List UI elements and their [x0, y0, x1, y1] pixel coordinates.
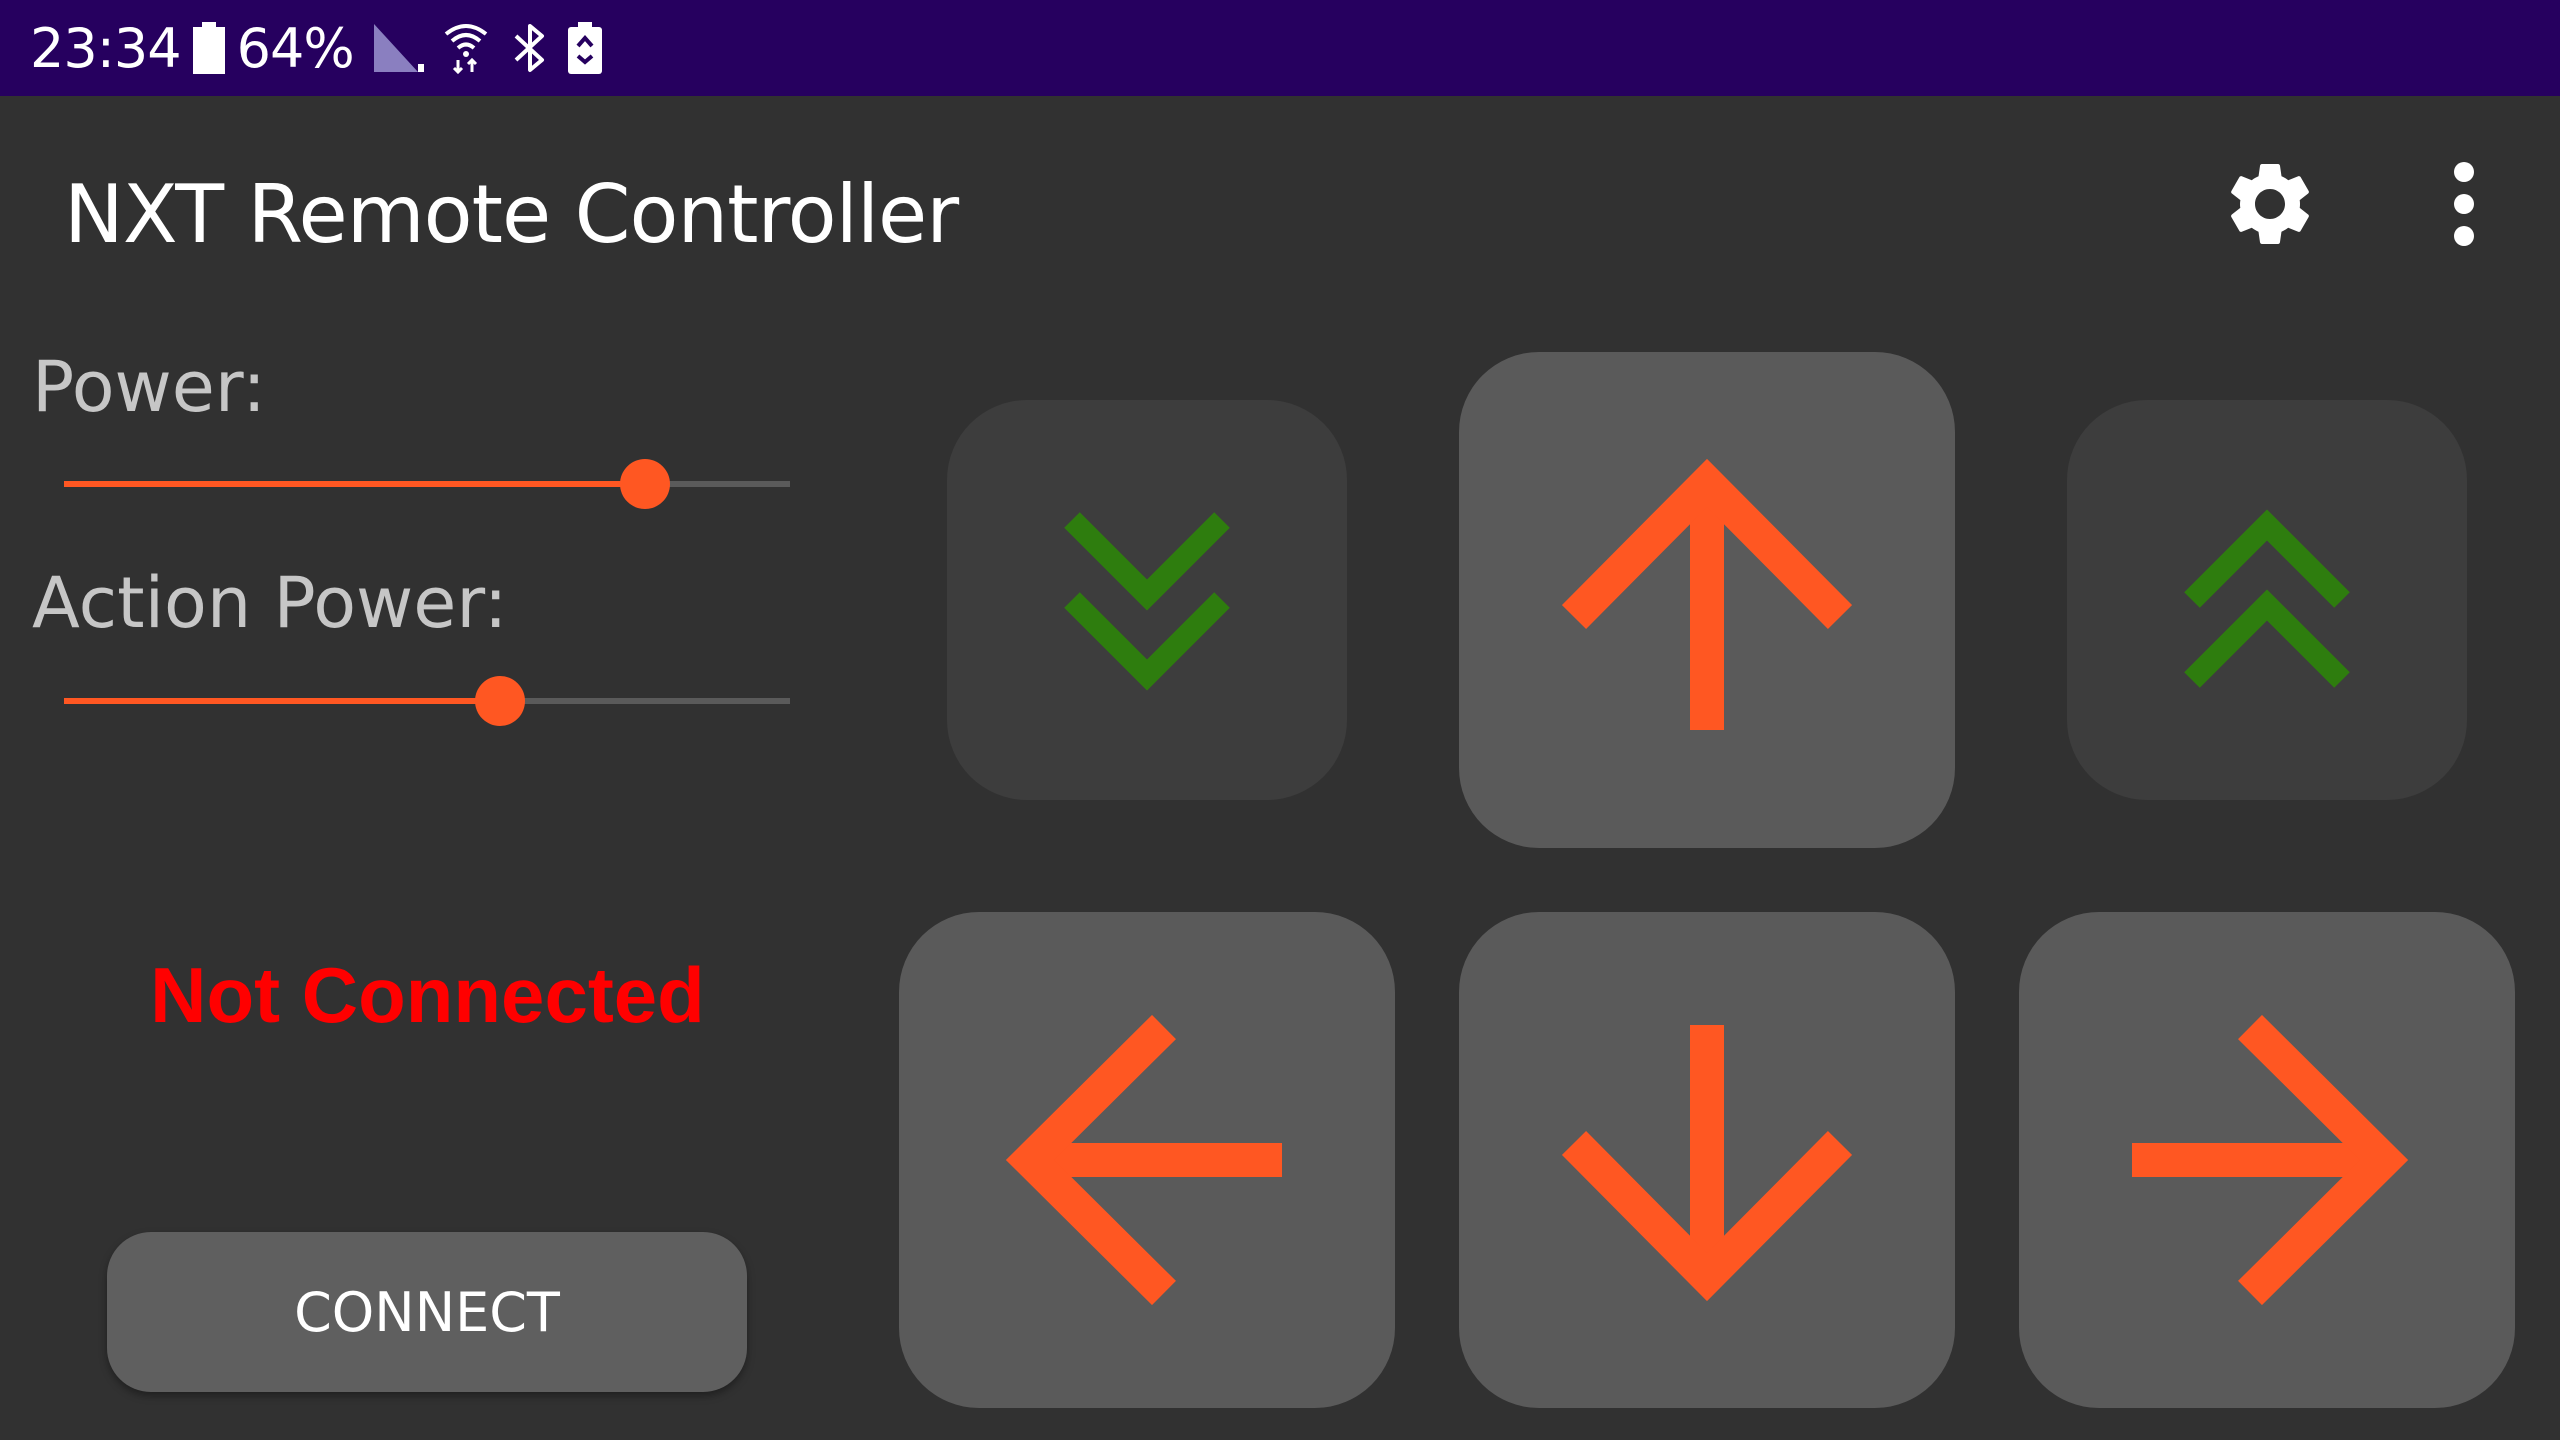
left-button[interactable] — [899, 912, 1395, 1408]
backward-button[interactable] — [1459, 912, 1955, 1408]
action-power-slider-fill — [64, 698, 500, 704]
more-options-button[interactable] — [2404, 146, 2524, 266]
connect-button[interactable]: CONNECT — [107, 1232, 747, 1392]
more-vert-icon — [2449, 159, 2479, 254]
arrow-up-icon — [1562, 455, 1852, 745]
action-up-button[interactable] — [2067, 400, 2467, 800]
double-chevron-down-icon — [1057, 500, 1237, 700]
status-bar: 23:34 64% — [0, 0, 2560, 96]
bluetooth-icon — [512, 0, 548, 96]
app-title: NXT Remote Controller — [64, 168, 959, 261]
arrow-left-icon — [1002, 1015, 1292, 1305]
app-bar: NXT Remote Controller — [0, 96, 2560, 326]
connection-status: Not Connected — [150, 951, 705, 1039]
settings-button[interactable] — [2210, 146, 2330, 266]
signal-icon — [373, 0, 426, 96]
status-time: 23:34 — [30, 16, 182, 80]
status-battery-percent: 64% — [236, 16, 355, 80]
forward-button[interactable] — [1459, 352, 1955, 848]
action-down-button[interactable] — [947, 400, 1347, 800]
power-label: Power: — [32, 346, 266, 428]
arrow-right-icon — [2122, 1015, 2412, 1305]
settings-icon — [2220, 154, 2320, 259]
double-chevron-up-icon — [2177, 500, 2357, 700]
action-power-slider[interactable] — [64, 671, 790, 731]
wifi-icon — [444, 0, 488, 96]
power-slider[interactable] — [64, 454, 790, 514]
arrow-down-icon — [1562, 1015, 1852, 1305]
power-slider-thumb[interactable] — [619, 459, 670, 509]
battery-saver-icon — [567, 0, 602, 96]
action-power-label: Action Power: — [32, 562, 508, 644]
battery-icon — [192, 0, 225, 96]
right-button[interactable] — [2019, 912, 2515, 1408]
power-slider-fill — [64, 481, 645, 487]
action-power-slider-thumb[interactable] — [474, 676, 525, 726]
